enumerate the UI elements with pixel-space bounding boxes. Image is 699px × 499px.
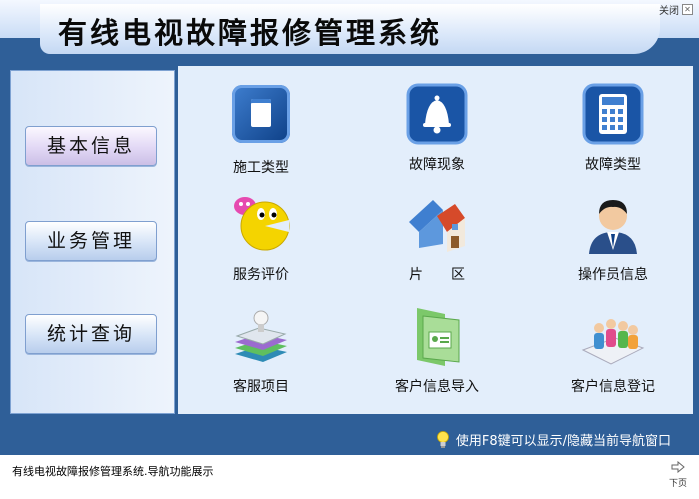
nav-item-label: 施工类型 xyxy=(233,160,289,176)
sidebar: 基本信息 业务管理 统计查询 xyxy=(10,70,175,414)
close-icon: ✕ xyxy=(682,4,693,15)
nav-item-fault-type[interactable]: 故障类型 xyxy=(548,82,678,174)
main-panel: 施工类型 故障现象 故障类型 服务评价 片 区 操作员信息 客服项目 客户信息导… xyxy=(178,66,693,414)
nav-item-customer-service[interactable]: 客服项目 xyxy=(196,304,326,396)
next-page-button[interactable]: 下页 xyxy=(668,460,687,489)
header: 有线电视故障报修管理系统 关闭 ✕ xyxy=(0,0,699,60)
nav-item-service-evaluation[interactable]: 服务评价 xyxy=(196,192,326,284)
books-icon xyxy=(229,304,293,368)
calculator-icon xyxy=(581,82,645,146)
bell-icon xyxy=(405,82,469,146)
nav-item-district[interactable]: 片 区 xyxy=(372,192,502,284)
footer-bar: 使用F8键可以显示/隐藏当前导航窗口 xyxy=(0,422,699,455)
arrow-right-icon xyxy=(671,460,685,474)
hint-text: 使用F8键可以显示/隐藏当前导航窗口 xyxy=(455,434,671,449)
nav-item-fault-phenomenon[interactable]: 故障现象 xyxy=(372,82,502,174)
smiley-icon xyxy=(229,192,293,256)
people-icon xyxy=(581,304,645,368)
navigation-hint: 使用F8键可以显示/隐藏当前导航窗口 xyxy=(436,430,671,449)
nav-item-operator-info[interactable]: 操作员信息 xyxy=(548,192,678,284)
sidebar-item-basic-info[interactable]: 基本信息 xyxy=(25,126,157,166)
nav-item-construction-type[interactable]: 施工类型 xyxy=(196,82,326,177)
nav-item-label: 客户信息导入 xyxy=(395,379,479,395)
status-text: 有线电视故障报修管理系统.导航功能展示 xyxy=(12,465,214,478)
close-button[interactable]: 关闭 ✕ xyxy=(659,2,693,17)
page-title: 有线电视故障报修管理系统 xyxy=(58,16,443,50)
lightbulb-icon xyxy=(436,430,449,448)
folder-import-icon xyxy=(405,304,469,368)
nav-item-label: 客服项目 xyxy=(233,379,289,395)
house-icon xyxy=(405,192,469,256)
nav-item-label: 客户信息登记 xyxy=(571,379,655,395)
sidebar-item-statistics[interactable]: 统计查询 xyxy=(25,314,157,354)
nav-item-label: 片 区 xyxy=(409,267,465,283)
nav-item-label: 服务评价 xyxy=(233,267,289,283)
close-label: 关闭 xyxy=(659,6,679,17)
nav-item-label: 故障现象 xyxy=(409,157,465,173)
document-icon xyxy=(229,85,293,149)
nav-item-label: 操作员信息 xyxy=(578,267,648,283)
nav-item-customer-import[interactable]: 客户信息导入 xyxy=(372,304,502,396)
operator-icon xyxy=(581,192,645,256)
sidebar-item-business[interactable]: 业务管理 xyxy=(25,221,157,261)
next-page-label: 下页 xyxy=(668,479,687,489)
nav-item-label: 故障类型 xyxy=(585,157,641,173)
nav-item-customer-register[interactable]: 客户信息登记 xyxy=(548,304,678,396)
